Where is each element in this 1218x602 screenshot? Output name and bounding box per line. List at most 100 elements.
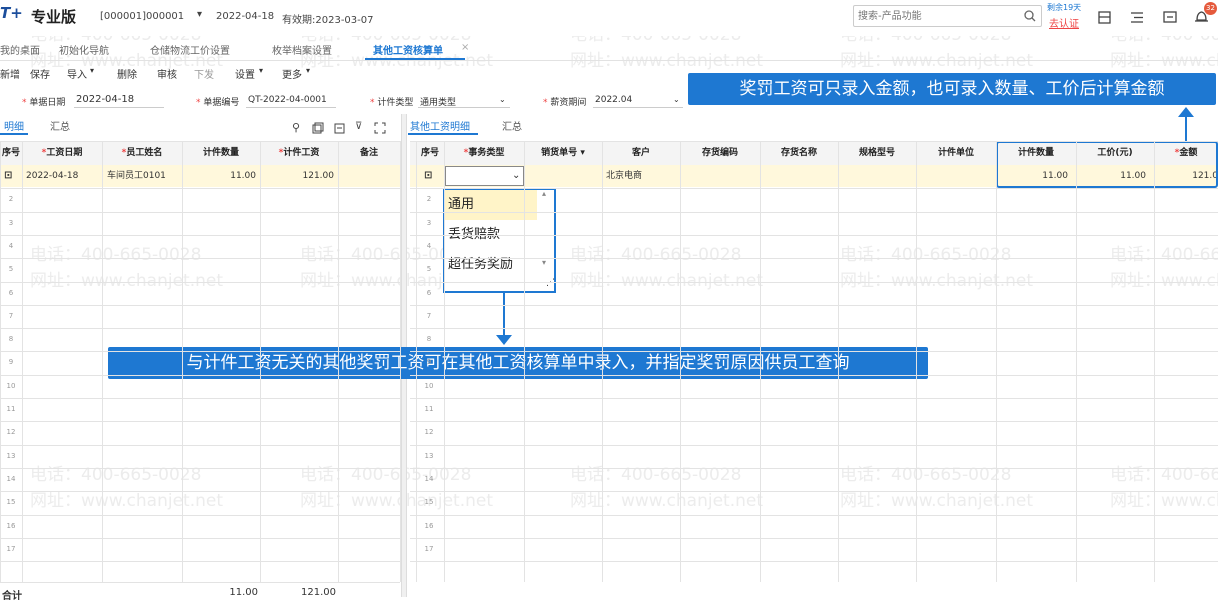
grid-line <box>410 351 1218 353</box>
cell-customer[interactable]: 北京电商 <box>606 165 642 187</box>
callout-amount-tip: 奖罚工资可只录入金额，也可录入数量、工价后计算金额 <box>688 73 1216 105</box>
watermark-text: 电话：400-665-0028 <box>30 245 202 265</box>
salary-period-select[interactable]: 2022.04 <box>595 95 632 105</box>
chevron-down-icon[interactable]: ⌄ <box>673 95 680 104</box>
expand-icon[interactable] <box>374 122 386 134</box>
chevron-down-icon[interactable]: ▾ <box>90 66 94 75</box>
tab-other-wage[interactable]: 其他工资核算单 <box>373 42 443 57</box>
tab-detail[interactable]: 明细 <box>4 118 24 133</box>
chevron-down-icon[interactable]: ⌄ <box>512 170 520 181</box>
import-button[interactable]: 导入 <box>67 66 87 81</box>
list-icon[interactable] <box>1130 11 1144 24</box>
resize-grip-icon[interactable]: ⋰ <box>546 278 555 288</box>
certify-link[interactable]: 去认证 <box>1049 15 1079 30</box>
more-button[interactable]: 更多 <box>282 66 302 81</box>
close-icon[interactable]: × <box>461 42 469 53</box>
row-number: 10 <box>424 381 434 390</box>
new-button[interactable]: 新增 <box>0 66 20 81</box>
location-icon[interactable]: ⚲ <box>292 121 300 134</box>
validity-text: 有效期:2023-03-07 <box>282 15 374 26</box>
watermark-text: 电话：400-665-0028 <box>840 245 1012 265</box>
row-number: 7 <box>8 311 14 320</box>
doc-code-field[interactable]: QT-2022-04-0001 <box>248 95 327 105</box>
grid-line <box>0 491 400 493</box>
grid-line <box>0 561 400 563</box>
chevron-down-icon[interactable]: ▾ <box>259 66 263 75</box>
cell-employee[interactable]: 车间员工0101 <box>107 165 166 187</box>
grid-line <box>22 141 23 582</box>
grid-line <box>0 328 400 330</box>
tab-desktop[interactable]: 我的桌面 <box>0 42 40 57</box>
row-number: 7 <box>426 311 432 320</box>
tab-summary[interactable]: 汇总 <box>50 118 70 133</box>
row-number: 4 <box>426 241 432 250</box>
watermark-text: 网址：www.chanjet.net <box>570 271 764 291</box>
trans-type-select[interactable]: ⌄ <box>445 166 524 186</box>
paste-icon[interactable] <box>334 122 346 134</box>
copy-row-icon[interactable] <box>312 122 324 134</box>
message-icon[interactable] <box>1163 11 1177 24</box>
grid-line <box>102 141 103 582</box>
salary-period-label: 薪资期间 <box>550 98 587 108</box>
issue-button[interactable]: 下发 <box>194 66 214 81</box>
grid-line <box>680 141 681 582</box>
grid-line <box>0 258 400 260</box>
row-number: 2 <box>8 195 14 204</box>
watermark-text: 网址：www.chanjet.net <box>1110 491 1218 511</box>
settings-button[interactable]: 设置 <box>235 66 255 81</box>
watermark-text: 网址：www.chanjet.net <box>300 491 494 511</box>
tab-init-nav[interactable]: 初始化导航 <box>59 42 109 57</box>
audit-button[interactable]: 审核 <box>157 66 177 81</box>
search-icon[interactable] <box>1024 10 1036 22</box>
watermark-text: 电话：400-665-0028 <box>1110 465 1218 485</box>
grid-line <box>410 421 1218 423</box>
cell-piece-qty[interactable]: 11.00 <box>182 165 256 187</box>
layout-icon[interactable] <box>1098 11 1111 24</box>
grid-line <box>410 281 1218 283</box>
grid-line <box>0 141 400 142</box>
scroll-up-icon[interactable]: ▴ <box>542 189 546 198</box>
active-tab-indicator <box>365 58 465 60</box>
remaining-days: 剩余19天 <box>1047 3 1082 12</box>
grid-line <box>1154 141 1155 582</box>
scroll-down-icon[interactable]: ▾ <box>542 258 546 267</box>
tab-enum-archive[interactable]: 枚举档案设置 <box>272 42 332 57</box>
row-number: 9 <box>8 358 14 367</box>
grid-line <box>182 141 183 582</box>
col-header-seq-r: 序号 <box>420 148 439 158</box>
row-number: 2 <box>426 195 432 204</box>
row-menu-icon[interactable]: ⊡ <box>424 165 432 187</box>
chevron-down-icon[interactable]: ▾ <box>197 9 202 20</box>
delete-button[interactable]: 删除 <box>117 66 137 81</box>
grid-line <box>410 258 1218 260</box>
cell-wage-date[interactable]: 2022-04-18 <box>26 165 78 187</box>
tab-warehouse-wage[interactable]: 仓储物流工价设置 <box>150 42 230 57</box>
tab-other-wage-detail[interactable]: 其他工资明细 <box>410 118 470 133</box>
search-box[interactable] <box>853 5 1042 27</box>
account-selector[interactable]: [000001]000001 <box>100 11 184 22</box>
doc-date-label: 单据日期 <box>29 98 66 108</box>
filter-icon[interactable]: ⊽ <box>355 121 362 132</box>
row-menu-icon[interactable]: ⊡ <box>4 165 12 187</box>
grid-line <box>916 141 917 582</box>
row-number: 15 <box>424 498 434 507</box>
chevron-down-icon[interactable]: ⌄ <box>499 95 506 104</box>
col-header-employee: 员工姓名 <box>126 148 163 158</box>
save-button[interactable]: 保存 <box>30 66 50 81</box>
row-number: 16 <box>6 521 16 530</box>
watermark-text: 网址：www.chanjet.net <box>30 491 224 511</box>
row-number: 17 <box>6 544 16 553</box>
search-input[interactable] <box>858 8 1018 24</box>
grid-line <box>410 304 1218 306</box>
col-header-piece-qty: 计件数量 <box>202 148 239 158</box>
trans-type-dropdown[interactable]: 通用 丢货赔款 超任务奖励 ▴ ▾ ⋰ <box>443 188 556 293</box>
chevron-down-icon[interactable]: ▾ <box>580 148 585 158</box>
grid-line <box>410 398 1218 399</box>
grid-line <box>0 304 400 306</box>
chevron-down-icon[interactable]: ▾ <box>306 66 310 75</box>
grid-line <box>410 234 1218 236</box>
tab-right-summary[interactable]: 汇总 <box>502 118 522 133</box>
doc-date-field[interactable]: 2022-04-18 <box>76 94 134 105</box>
grid-line <box>0 211 400 213</box>
cell-piece-wage[interactable]: 121.00 <box>260 165 335 187</box>
